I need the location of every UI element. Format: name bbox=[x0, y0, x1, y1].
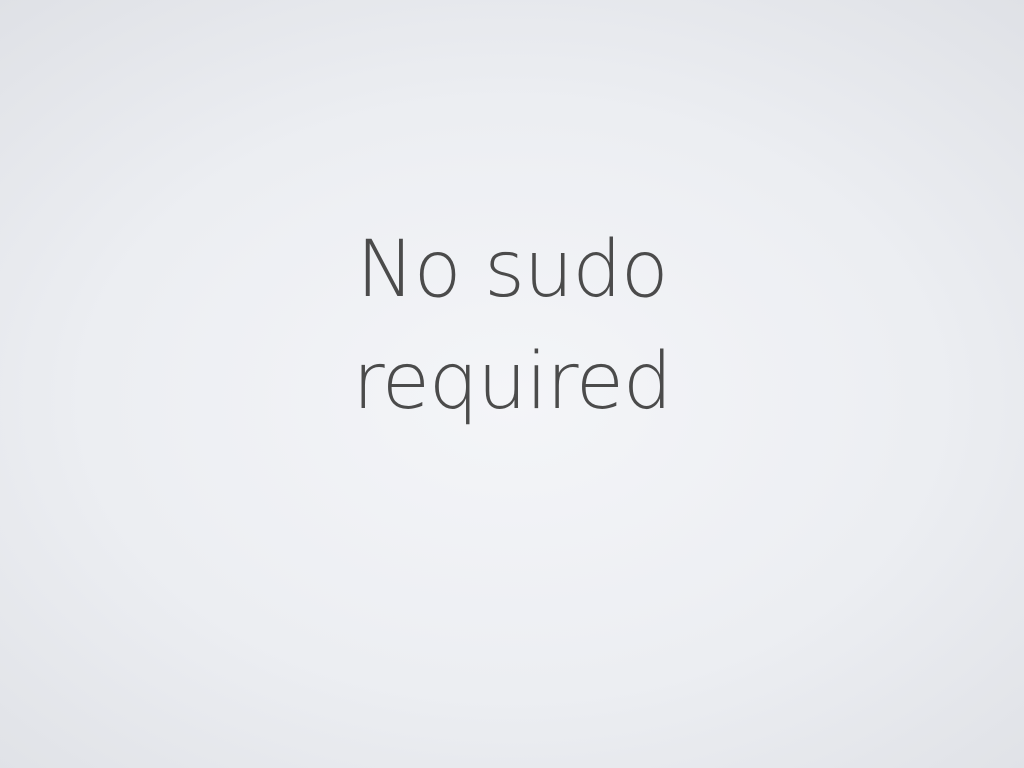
slide-title: No sudo required bbox=[0, 214, 1024, 438]
slide: No sudo required bbox=[0, 0, 1024, 768]
slide-title-line-1: No sudo bbox=[356, 225, 668, 315]
slide-title-line-2: required bbox=[352, 337, 673, 427]
